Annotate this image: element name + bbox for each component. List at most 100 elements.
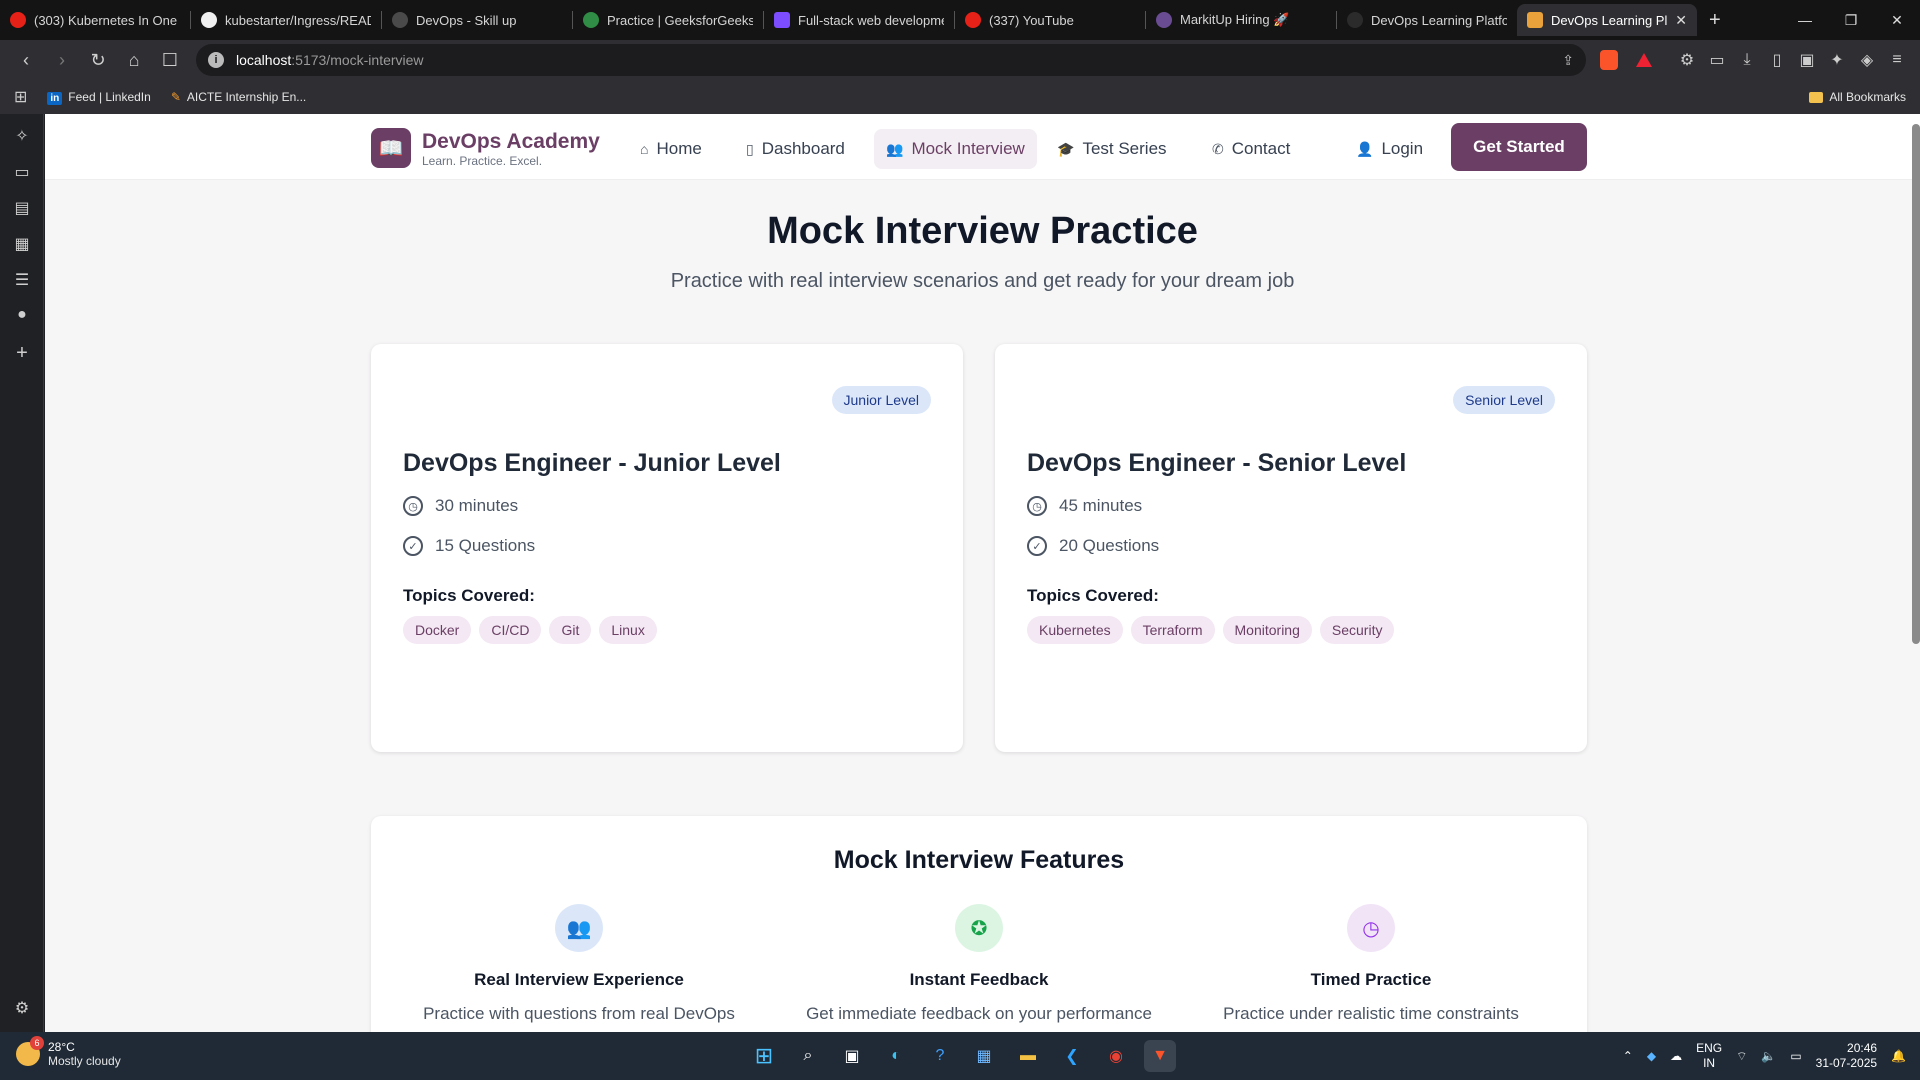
volume-icon[interactable]: 🔈 xyxy=(1761,1049,1776,1063)
bookmark-icon[interactable]: ☐ xyxy=(152,50,188,71)
brand-name[interactable]: DevOps Academy xyxy=(422,130,600,154)
download-icon[interactable]: ⤓ xyxy=(1732,51,1762,69)
interview-card-junior[interactable]: Junior Level DevOps Engineer - Junior Le… xyxy=(371,344,963,752)
nav-test-series[interactable]: 🎓 Test Series xyxy=(1045,129,1179,169)
home-icon: ⌂ xyxy=(640,141,649,157)
brave-shields-icon[interactable] xyxy=(1600,50,1618,70)
share-icon[interactable]: ⇪ xyxy=(1562,52,1574,69)
windows-start-icon[interactable]: ⊞ xyxy=(748,1040,780,1072)
leo-ai-icon[interactable]: ✦ xyxy=(1822,50,1852,70)
brave-rewards-icon[interactable] xyxy=(1636,53,1652,67)
edge-icon[interactable]: ◐ xyxy=(880,1040,912,1072)
folder-icon xyxy=(1809,91,1824,103)
forward-button[interactable]: › xyxy=(44,50,80,71)
site-info-icon[interactable]: i xyxy=(208,52,224,68)
page-title: Mock Interview Practice xyxy=(767,210,1198,252)
feature-name: Instant Feedback xyxy=(909,970,1049,989)
add-panel-icon[interactable]: + xyxy=(12,342,32,364)
home-button[interactable]: ⌂ xyxy=(116,50,152,71)
settings-icon[interactable]: ⚙ xyxy=(12,998,32,1018)
users-icon: 👥 xyxy=(555,904,603,952)
minimize-button[interactable]: — xyxy=(1782,12,1828,28)
store-icon[interactable]: ▦ xyxy=(968,1040,1000,1072)
interview-card-senior[interactable]: Senior Level DevOps Engineer - Senior Le… xyxy=(995,344,1587,752)
book-open-icon[interactable]: 📖 xyxy=(371,128,411,168)
tab-search-icon[interactable]: ▭ xyxy=(1702,50,1732,70)
wallet-icon[interactable]: ▤ xyxy=(12,198,32,218)
browser-tab[interactable]: (337) YouTube xyxy=(955,4,1145,36)
page-scrollbar[interactable] xyxy=(1912,124,1920,644)
defender-icon[interactable]: ◆ xyxy=(1647,1049,1656,1063)
wallet-icon[interactable]: ▣ xyxy=(1792,50,1822,70)
browser-tab[interactable]: kubestarter/Ingress/READ xyxy=(191,4,381,36)
browser-tab[interactable]: DevOps Learning Platform xyxy=(1337,4,1517,36)
weather-desc: Mostly cloudy xyxy=(48,1054,121,1068)
talk-icon[interactable]: ▭ xyxy=(12,162,32,182)
get-started-button[interactable]: Get Started xyxy=(1451,123,1587,171)
address-bar[interactable]: i localhost:5173/mock-interview ⇪ xyxy=(196,44,1586,76)
reload-button[interactable]: ↻ xyxy=(80,50,116,71)
close-tab-icon[interactable]: ✕ xyxy=(1675,12,1687,29)
github-icon[interactable]: ● xyxy=(12,306,32,326)
reading-list-icon[interactable]: ☰ xyxy=(12,270,32,290)
clock[interactable]: 20:46 31-07-2025 xyxy=(1816,1041,1877,1071)
menu-icon[interactable]: ≡ xyxy=(1882,51,1912,69)
taskbar-apps: ⊞ ⌕ ▣ ◐ ? ▦ ▬ ❮ ◉ ▼ xyxy=(748,1040,1176,1072)
nav-login[interactable]: 👤 Login xyxy=(1344,129,1435,169)
browser-sidebar: ✧ ▭ ▤ ▦ ☰ ● + ⚙ xyxy=(0,114,44,1032)
gfg-icon xyxy=(583,12,599,28)
weather-icon: 6 xyxy=(16,1036,44,1066)
chrome-icon[interactable]: ◉ xyxy=(1100,1040,1132,1072)
browser-tab[interactable]: MarkitUp Hiring 🚀 xyxy=(1146,4,1336,36)
feature-desc: Get immediate feedback on your performan… xyxy=(806,1004,1152,1023)
nav-dashboard[interactable]: ▯ Dashboard xyxy=(734,129,857,169)
notification-badge: 6 xyxy=(30,1036,44,1050)
topic-chip: Monitoring xyxy=(1222,616,1312,644)
browser-tab-active[interactable]: DevOps Learning Platf✕ xyxy=(1517,4,1697,36)
new-tab-button[interactable]: + xyxy=(1709,9,1721,32)
feature-desc: Practice with questions from real DevOps xyxy=(423,1004,735,1023)
browser-tab[interactable]: DevOps - Skill up xyxy=(382,4,572,36)
extensions-icon[interactable]: ⚙ xyxy=(1672,50,1702,70)
weather-temp: 28°C xyxy=(48,1040,75,1054)
book-icon: ▯ xyxy=(746,140,754,157)
all-bookmarks[interactable]: All Bookmarks xyxy=(1809,80,1906,114)
browser-tab[interactable]: Full-stack web developme xyxy=(764,4,954,36)
chevron-up-icon[interactable]: ⌃ xyxy=(1623,1049,1633,1063)
topic-chip: CI/CD xyxy=(479,616,542,644)
vpn-icon[interactable]: ◈ xyxy=(1852,50,1882,70)
restore-button[interactable]: ❐ xyxy=(1828,12,1874,29)
apps-grid-icon[interactable]: ⊞ xyxy=(14,87,27,107)
back-button[interactable]: ‹ xyxy=(8,50,44,71)
sidebar-toggle-icon[interactable]: ▯ xyxy=(1762,50,1792,70)
topic-chip: Docker xyxy=(403,616,472,644)
browser-tab[interactable]: Practice | GeeksforGeeks | xyxy=(573,4,763,36)
bookmark-linkedin[interactable]: in Feed | LinkedIn xyxy=(47,90,151,105)
bookmark-aicte[interactable]: ✎ AICTE Internship En... xyxy=(171,90,306,104)
nav-mock-interview[interactable]: 👥 Mock Interview xyxy=(874,129,1037,169)
file-explorer-icon[interactable]: ▬ xyxy=(1012,1040,1044,1072)
graduation-cap-icon: 🎓 xyxy=(1057,140,1075,157)
leo-icon[interactable]: ✧ xyxy=(12,126,32,146)
search-icon[interactable]: ⌕ xyxy=(792,1040,824,1072)
topic-chip: Git xyxy=(549,616,592,644)
bookmarks-panel-icon[interactable]: ▦ xyxy=(12,234,32,254)
nav-home[interactable]: ⌂ Home xyxy=(628,129,714,169)
award-icon: ✪ xyxy=(955,904,1003,952)
clock-icon: ◷ xyxy=(1027,496,1047,516)
close-window-button[interactable]: ✕ xyxy=(1874,12,1920,29)
brave-icon[interactable]: ▼ xyxy=(1144,1040,1176,1072)
notification-bell-icon[interactable]: 🔔 xyxy=(1891,1049,1906,1063)
battery-icon[interactable]: ▭ xyxy=(1790,1049,1801,1063)
language-indicator[interactable]: ENG IN xyxy=(1696,1041,1722,1071)
youtube-icon xyxy=(10,12,26,28)
course-icon xyxy=(774,12,790,28)
task-view-icon[interactable]: ▣ xyxy=(836,1040,868,1072)
wifi-icon[interactable]: ⌔ xyxy=(1736,1049,1747,1064)
help-icon[interactable]: ? xyxy=(924,1040,956,1072)
weather-widget[interactable]: 6 28°C Mostly cloudy xyxy=(16,1036,121,1068)
nav-contact[interactable]: ✆ Contact xyxy=(1200,129,1302,169)
browser-tab[interactable]: (303) Kubernetes In One S xyxy=(0,4,190,36)
vscode-icon[interactable]: ❮ xyxy=(1056,1040,1088,1072)
onedrive-icon[interactable]: ☁ xyxy=(1670,1049,1682,1063)
